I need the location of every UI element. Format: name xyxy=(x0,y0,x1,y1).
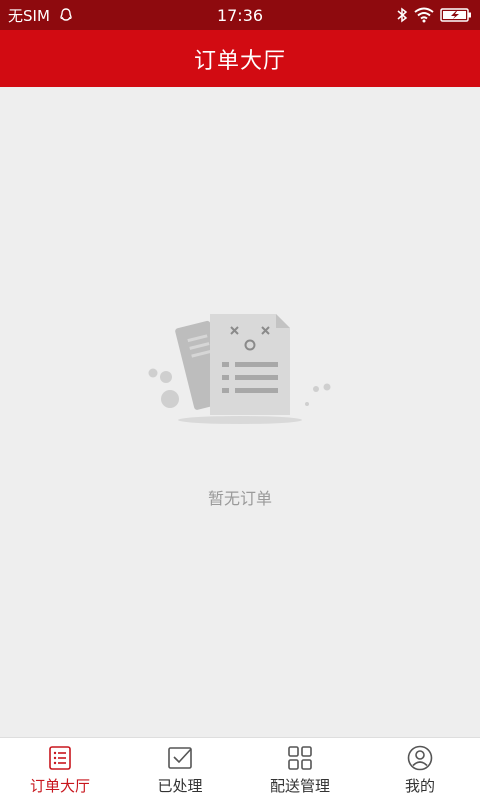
tab-delivery-management-label: 配送管理 xyxy=(269,777,330,795)
tab-order-hall-label: 订单大厅 xyxy=(29,777,90,795)
header-bar: 订单大厅 xyxy=(0,30,480,87)
tab-me[interactable]: 我的 xyxy=(360,738,480,801)
tab-delivery-management[interactable]: 配送管理 xyxy=(240,738,360,801)
status-bar: 无SIM 17:36 xyxy=(0,0,480,30)
bottom-nav: 订单大厅 已处理 配送管理 我的 xyxy=(0,737,480,801)
tab-processed[interactable]: 已处理 xyxy=(120,738,240,801)
main-content: 暂无订单 xyxy=(0,87,480,737)
tab-processed-label: 已处理 xyxy=(157,777,203,795)
user-icon xyxy=(407,745,433,771)
grid-icon xyxy=(288,746,312,770)
empty-order-icon xyxy=(140,309,340,429)
empty-message: 暂无订单 xyxy=(207,489,272,508)
order-list-icon xyxy=(49,746,71,770)
tab-me-label: 我的 xyxy=(404,777,435,795)
tab-order-hall[interactable]: 订单大厅 xyxy=(0,738,120,801)
processed-icon xyxy=(168,747,192,769)
status-time: 17:36 xyxy=(216,6,264,25)
page-title: 订单大厅 xyxy=(193,48,286,74)
